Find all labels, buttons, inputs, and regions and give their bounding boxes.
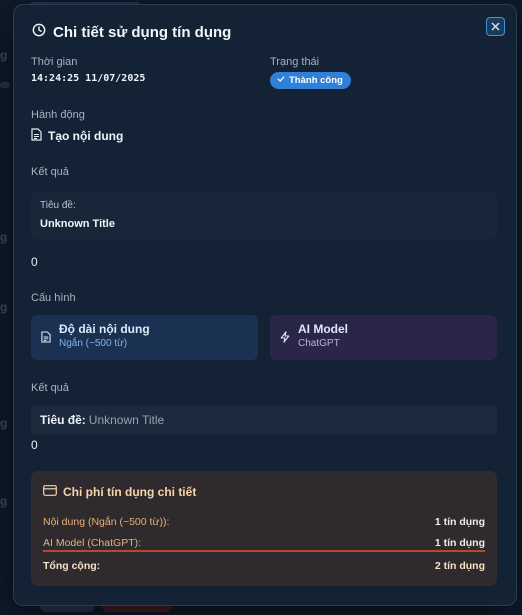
config-length-value: Ngắn (~500 từ)	[59, 338, 128, 349]
time-value: 14:24:25 11/07/2025	[31, 73, 146, 84]
modal-title-text: Chi tiết sử dụng tín dụng	[53, 23, 232, 41]
status-badge: Thành công	[270, 72, 351, 89]
credit-usage-detail-modal: Chi tiết sử dụng tín dụng Thời gian 14:2…	[13, 4, 517, 606]
result2-title-label: Tiêu đề:	[40, 413, 86, 427]
cost-total-row: Tổng cộng: 2 tín dụng	[43, 560, 485, 572]
config-length-title: Độ dài nội dung	[59, 322, 150, 336]
background-text-fragment	[0, 82, 10, 88]
action-value: Tạo nội dung	[31, 128, 123, 144]
document-icon	[31, 128, 42, 144]
cost-row-value: 1 tín dụng	[434, 516, 485, 528]
config-label: Cấu hình	[31, 292, 76, 304]
result2-box: Tiêu đề: Unknown Title	[31, 405, 497, 435]
cost-total-value: 2 tín dụng	[434, 560, 485, 572]
action-value-text: Tạo nội dung	[48, 129, 124, 143]
background-text-fragment: g	[0, 48, 8, 62]
background-text-fragment: g	[0, 494, 8, 508]
cost-total-label: Tổng cộng:	[43, 560, 101, 572]
close-button[interactable]	[486, 17, 505, 36]
background-text-fragment: g	[0, 230, 8, 244]
result-label: Kết quả	[31, 166, 69, 178]
cost-title-text: Chi phí tín dụng chi tiết	[63, 485, 197, 499]
result-title-value: Unknown Title	[40, 218, 115, 230]
cost-divider	[43, 550, 485, 552]
time-label: Thời gian	[31, 56, 78, 68]
result-number: 0	[31, 255, 38, 269]
config-card-ai-model: AI Model ChatGPT	[270, 315, 497, 360]
cost-row-value: 1 tín dụng	[434, 537, 485, 549]
status-badge-text: Thành công	[289, 75, 343, 86]
check-icon	[277, 75, 285, 86]
result2-title-value: Unknown Title	[88, 413, 165, 427]
bolt-icon	[280, 330, 290, 348]
cost-title: Chi phí tín dụng chi tiết	[43, 485, 196, 499]
config-ai-title: AI Model	[298, 322, 348, 336]
result-title-label: Tiêu đề:	[40, 200, 76, 211]
result2-label: Kết quả	[31, 382, 69, 394]
cost-row: AI Model (ChatGPT): 1 tín dụng	[43, 537, 485, 549]
cost-details-box: Chi phí tín dụng chi tiết Nội dung (Ngắn…	[31, 471, 497, 586]
config-card-content-length: Độ dài nội dung Ngắn (~500 từ)	[31, 315, 258, 360]
document-icon	[41, 330, 51, 348]
result2-number: 0	[31, 438, 38, 452]
result-box: Tiêu đề: Unknown Title	[31, 191, 497, 239]
close-icon	[491, 18, 500, 36]
cost-row: Nội dung (Ngắn (~500 từ)): 1 tín dụng	[43, 516, 485, 528]
cost-row-label: AI Model (ChatGPT):	[43, 537, 142, 549]
credit-card-icon	[43, 485, 57, 499]
cost-row-label: Nội dung (Ngắn (~500 từ)):	[43, 516, 170, 528]
config-ai-value: ChatGPT	[298, 338, 340, 349]
modal-title: Chi tiết sử dụng tín dụng	[32, 23, 231, 41]
background-text-fragment: g	[0, 300, 8, 314]
background-text-fragment: g	[0, 416, 8, 430]
clock-icon	[32, 23, 46, 41]
action-label: Hành động	[31, 109, 85, 121]
status-label: Trạng thái	[270, 56, 320, 68]
